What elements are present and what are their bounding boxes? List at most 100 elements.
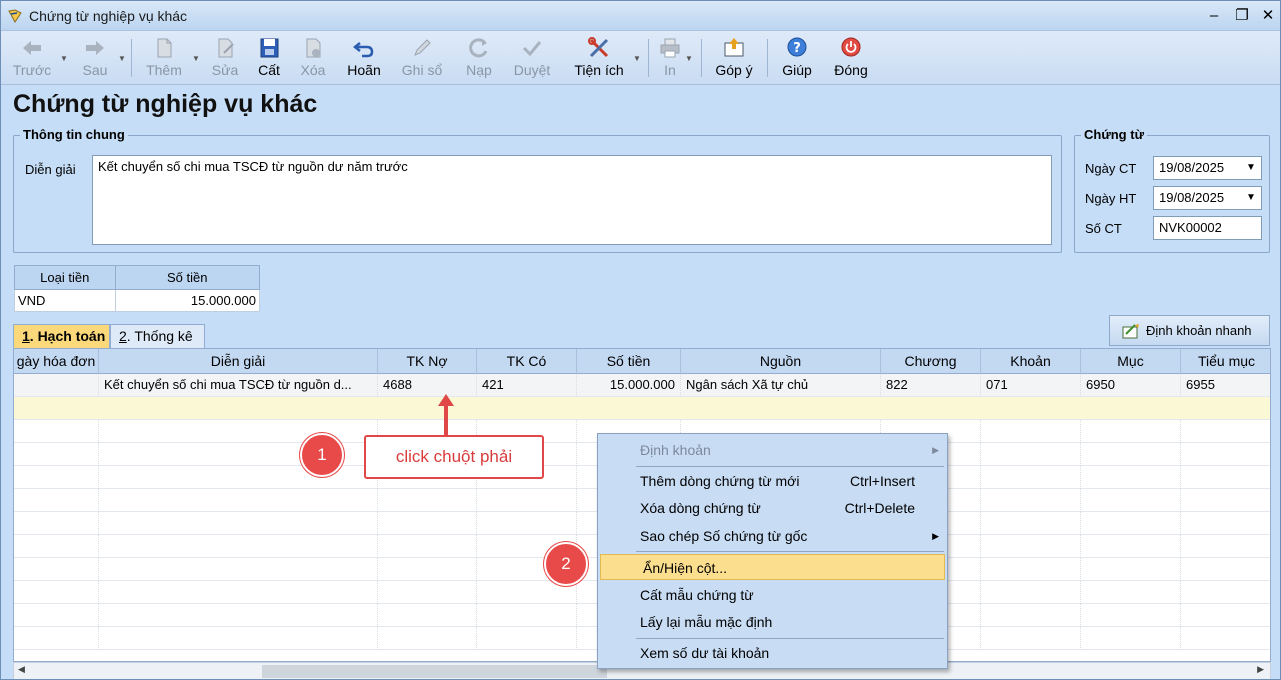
table-row-new[interactable] [14, 397, 1270, 420]
toolbar-button-nap[interactable]: Nạp [459, 33, 499, 83]
minimize-button[interactable]: – [1203, 5, 1225, 27]
tab-thong-ke[interactable]: 2. Thống kê [110, 324, 205, 348]
grid-cell-empty[interactable] [1181, 443, 1270, 466]
grid-cell-empty[interactable] [1181, 535, 1270, 558]
grid-cell-empty[interactable] [14, 581, 99, 604]
ngay-ht-combo[interactable]: 19/08/2025 ▼ [1153, 186, 1262, 210]
grid-cell-empty[interactable] [1081, 627, 1181, 650]
grid-cell-empty[interactable] [99, 627, 378, 650]
cell-tieu-muc[interactable]: 6955 [1181, 374, 1270, 397]
chevron-down-icon[interactable]: ▼ [685, 54, 693, 63]
grid-cell-empty[interactable] [477, 627, 577, 650]
col-dien-giai[interactable]: Diễn giải [99, 349, 378, 374]
toolbar-button-sau[interactable]: Sau [73, 33, 117, 83]
grid-cell-empty[interactable] [378, 512, 477, 535]
grid-cell-empty[interactable] [981, 581, 1081, 604]
col-tk-no[interactable]: TK Nợ [378, 349, 477, 374]
grid-cell-empty[interactable] [1081, 581, 1181, 604]
grid-cell-empty[interactable] [1181, 627, 1270, 650]
cell-nguon[interactable]: Ngân sách Xã tự chủ [681, 374, 881, 397]
scroll-thumb[interactable] [262, 665, 607, 678]
grid-cell-empty[interactable] [1181, 581, 1270, 604]
grid-cell-empty[interactable] [1081, 512, 1181, 535]
menu-item-cat-mau[interactable]: Cất mẫu chứng từ [598, 582, 947, 608]
toolbar-button-sua[interactable]: Sửa [205, 33, 245, 83]
grid-cell-empty[interactable] [378, 627, 477, 650]
grid-cell-empty[interactable] [1181, 466, 1270, 489]
toolbar-button-gopy[interactable]: Góp ý [711, 33, 757, 83]
grid-cell-empty[interactable] [1081, 466, 1181, 489]
grid-cell-empty[interactable] [477, 604, 577, 627]
grid-cell-empty[interactable] [1081, 558, 1181, 581]
col-khoan[interactable]: Khoản [981, 349, 1081, 374]
dien-giai-input[interactable]: Kết chuyển số chi mua TSCĐ từ nguồn dư n… [92, 155, 1052, 245]
grid-cell-empty[interactable] [981, 466, 1081, 489]
menu-item-lay-lai-mau[interactable]: Lấy lại mẫu mặc định [598, 609, 947, 635]
grid-cell-empty[interactable] [1181, 420, 1270, 443]
grid-cell-empty[interactable] [1081, 420, 1181, 443]
grid-cell-empty[interactable] [14, 512, 99, 535]
grid-cell-empty[interactable] [99, 512, 378, 535]
grid-cell-empty[interactable] [1081, 489, 1181, 512]
menu-item-sao-chep[interactable]: Sao chép Số chứng từ gốc ▶ [598, 523, 947, 549]
grid-cell-empty[interactable] [1081, 604, 1181, 627]
quick-entry-button[interactable]: Định khoản nhanh [1109, 315, 1270, 346]
scroll-right-icon[interactable]: ▶ [1257, 664, 1264, 675]
grid-cell-empty[interactable] [99, 535, 378, 558]
grid-cell-empty[interactable] [14, 604, 99, 627]
grid-cell-empty[interactable] [99, 489, 378, 512]
grid-cell-empty[interactable] [981, 535, 1081, 558]
ngay-ct-combo[interactable]: 19/08/2025 ▼ [1153, 156, 1262, 180]
grid-cell-empty[interactable] [378, 535, 477, 558]
grid-cell-empty[interactable] [477, 489, 577, 512]
grid-cell-empty[interactable] [99, 558, 378, 581]
grid-cell-empty[interactable] [477, 512, 577, 535]
toolbar-button-them[interactable]: Thêm [141, 33, 187, 83]
grid-cell-empty[interactable] [14, 489, 99, 512]
chevron-down-icon[interactable]: ▼ [60, 54, 68, 63]
grid-cell-empty[interactable] [1081, 535, 1181, 558]
grid-cell-empty[interactable] [14, 627, 99, 650]
grid-cell-empty[interactable] [14, 558, 99, 581]
cell-tk-co[interactable]: 421 [477, 374, 577, 397]
grid-cell-empty[interactable] [981, 558, 1081, 581]
toolbar-button-ghiso[interactable]: Ghi sổ [397, 33, 447, 83]
cell-ngay-hoa-don[interactable] [14, 374, 99, 397]
menu-item-an-hien-cot[interactable]: Ẩn/Hiện cột... [600, 554, 945, 580]
grid-cell-empty[interactable] [981, 604, 1081, 627]
col-muc[interactable]: Mục [1081, 349, 1181, 374]
grid-cell-empty[interactable] [981, 443, 1081, 466]
grid-cell-empty[interactable] [1181, 489, 1270, 512]
col-tk-co[interactable]: TK Có [477, 349, 577, 374]
currency-cell[interactable]: VND [14, 289, 116, 312]
close-button[interactable]: ✕ [1257, 5, 1279, 27]
menu-item-them-dong[interactable]: Thêm dòng chứng từ mới Ctrl+Insert [598, 468, 947, 494]
chevron-down-icon[interactable]: ▼ [1241, 157, 1261, 179]
cell-chuong[interactable]: 822 [881, 374, 981, 397]
tab-hach-toan[interactable]: 1. Hạch toán [13, 324, 110, 348]
col-ngay-hoa-don[interactable]: gày hóa đơn [14, 349, 99, 374]
chevron-down-icon[interactable]: ▼ [633, 54, 641, 63]
grid-cell-empty[interactable] [378, 581, 477, 604]
toolbar-button-hoan[interactable]: Hoãn [341, 33, 387, 83]
grid-cell-empty[interactable] [14, 535, 99, 558]
menu-item-xem-so-du[interactable]: Xem số dư tài khoản [598, 640, 947, 666]
grid-cell-empty[interactable] [378, 489, 477, 512]
restore-button[interactable]: ❐ [1231, 5, 1253, 27]
so-ct-input[interactable]: NVK00002 [1153, 216, 1262, 240]
grid-cell-empty[interactable] [14, 466, 99, 489]
col-tieu-muc[interactable]: Tiểu mục [1181, 349, 1270, 374]
toolbar-button-giup[interactable]: ? Giúp [777, 33, 817, 83]
col-so-tien[interactable]: Số tiền [577, 349, 681, 374]
grid-cell-empty[interactable] [99, 581, 378, 604]
toolbar-button-tienich[interactable]: Tiện ích [571, 33, 627, 83]
cell-muc[interactable]: 6950 [1081, 374, 1181, 397]
col-nguon[interactable]: Nguồn [681, 349, 881, 374]
grid-cell-empty[interactable] [981, 512, 1081, 535]
grid-cell-empty[interactable] [378, 604, 477, 627]
scroll-left-icon[interactable]: ◀ [18, 664, 25, 675]
grid-cell-empty[interactable] [981, 489, 1081, 512]
toolbar-button-xoa[interactable]: Xóa [293, 33, 333, 83]
grid-cell-empty[interactable] [981, 420, 1081, 443]
grid-cell-empty[interactable] [981, 627, 1081, 650]
